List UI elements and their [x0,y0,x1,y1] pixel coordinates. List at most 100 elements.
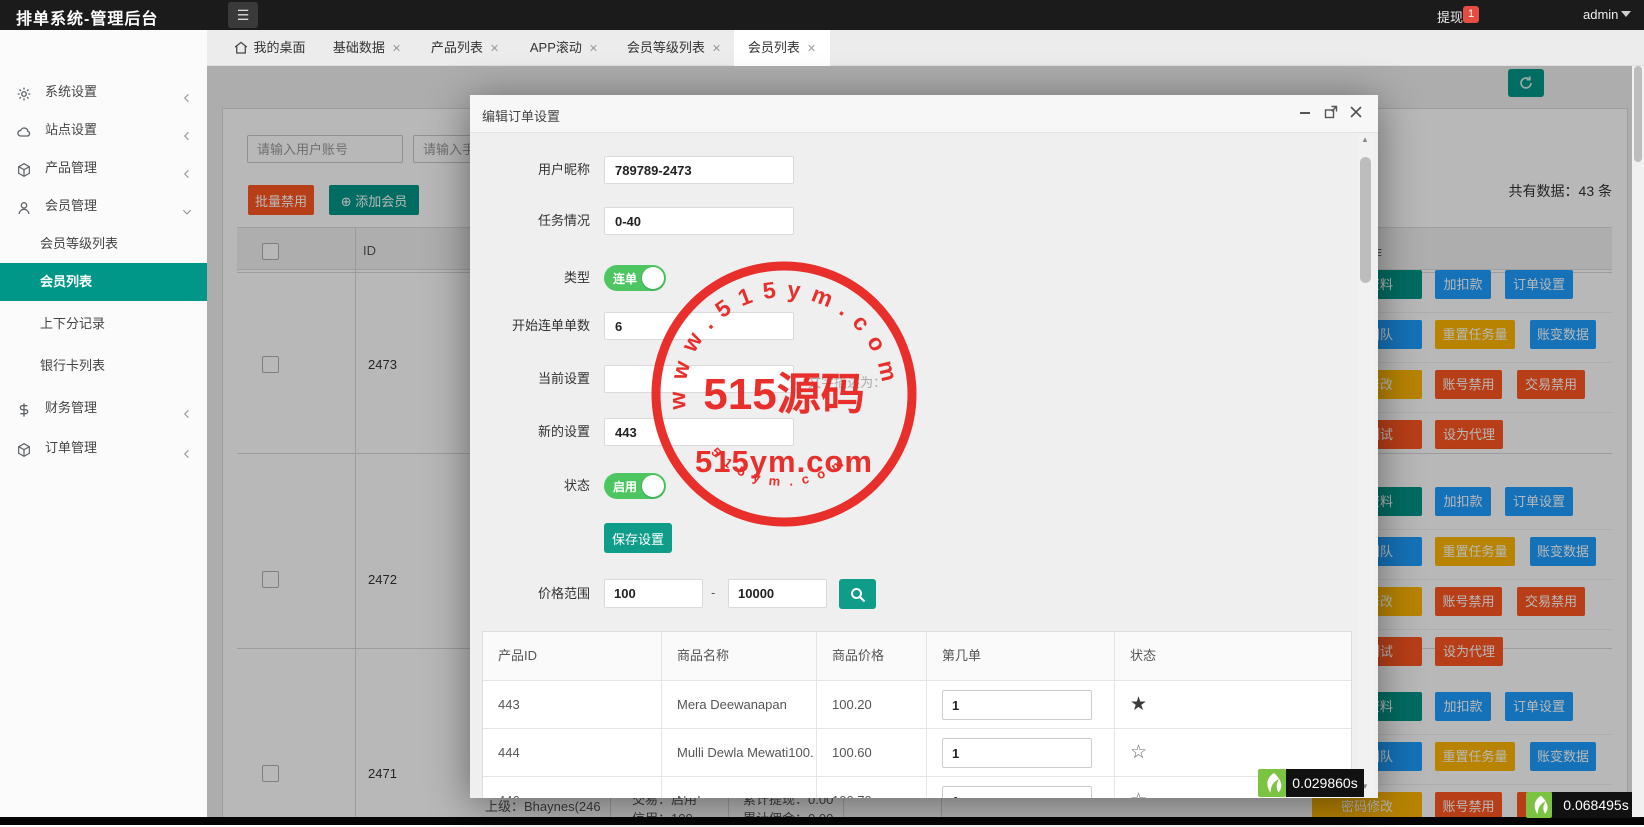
nickname-input[interactable] [604,156,794,184]
chevron-down-icon [1621,11,1631,17]
status-toggle[interactable]: 启用 [604,473,666,499]
column-header: 商品价格 [816,632,926,680]
site-icon [16,122,32,138]
close-icon[interactable] [1347,105,1364,122]
product-id: 446 [483,777,661,798]
star-outline-icon[interactable]: ☆ [1130,742,1147,763]
task-status-input[interactable] [604,207,794,235]
user-menu[interactable]: admin [1583,7,1618,22]
current-setting-note: *文字描述为： [803,375,887,390]
product-id: 444 [498,745,520,760]
sidebar-item-站点设置[interactable]: 站点设置 [0,116,207,144]
product-row: 444 Mulli Dewla Mewati100. 100.60 ☆ [483,728,1351,777]
column-header: 状态 [1114,632,1351,680]
trace-logo-icon[interactable] [1258,769,1286,797]
save-settings-button[interactable]: 保存设置 [604,523,672,553]
withdraw-count-badge[interactable]: 1 [1463,6,1479,23]
sidebar-item-财务管理[interactable]: 财务管理 [0,394,207,422]
page-scrollbar[interactable] [1632,66,1644,817]
maximize-icon[interactable] [1322,105,1339,122]
start-count-input[interactable] [604,312,794,340]
tab-产品列表[interactable]: 产品列表 ✕ [416,30,514,66]
task-status-label: 任务情况 [537,213,590,228]
current-setting-label: 当前设置 [537,371,590,386]
finance-icon [16,400,32,417]
status-label: 状态 [563,478,590,493]
new-setting-input[interactable] [604,418,794,446]
close-icon[interactable]: ✕ [392,43,401,55]
home-icon [234,32,248,68]
star-filled-icon[interactable]: ★ [1130,694,1147,715]
sidebar-item-银行卡列表[interactable]: 银行卡列表 [0,352,207,380]
product-price: 100.60 [816,729,926,777]
tab-APP滚动[interactable]: APP滚动 ✕ [514,30,614,66]
tab-我的桌面[interactable]: 我的桌面 [222,30,318,66]
edit-order-settings-modal: 编辑订单设置 用户昵称 任务情况 类型 连单 开始连单单数 当前设置 *文字描述… [470,95,1378,798]
product-row: 443 Mera Deewanapan 100.20 ★ [483,680,1351,729]
sidebar-item-产品管理[interactable]: 产品管理 [0,154,207,182]
order-number-input[interactable] [942,690,1092,720]
scrollbar-thumb[interactable] [1634,66,1642,162]
close-icon[interactable]: ✕ [807,43,816,55]
product-name: Mera Deewanapan [661,681,816,729]
chevron-left-icon [181,162,193,179]
column-header: 产品ID [498,648,538,663]
sidebar-item-会员等级列表[interactable]: 会员等级列表 [0,230,207,258]
minimize-icon[interactable] [1296,105,1313,122]
app-title: 排单系统-管理后台 [16,11,159,28]
modal-header[interactable]: 编辑订单设置 [470,95,1378,133]
new-setting-label: 新的设置 [537,424,590,439]
modal-trace-time: 0.029860s [1286,769,1364,797]
order-number-input[interactable] [942,738,1092,768]
sidebar-item-会员管理[interactable]: 会员管理 [0,192,207,220]
scroll-up-icon[interactable]: ▲ [1361,135,1369,144]
product-price: 100.20 [816,681,926,729]
close-icon[interactable]: ✕ [589,43,598,55]
order-icon [16,440,32,458]
member-icon [16,198,32,215]
search-icon [850,587,865,602]
price-search-button[interactable] [839,579,876,609]
product-icon [16,160,32,178]
tab-bar: 我的桌面 基础数据 ✕ 产品列表 ✕ APP滚动 ✕ 会员等级列表 ✕ 会员列表 ✕ [207,30,1644,66]
toggle-knob [642,475,664,497]
type-label: 类型 [563,270,590,285]
tab-会员列表[interactable]: 会员列表 ✕ [734,30,830,66]
scrollbar-thumb[interactable] [1360,157,1371,283]
sidebar: 系统设置 站点设置 产品管理 会员管理 会员等级列表 会员列表 上下分记录 银行… [0,30,207,825]
modal-scrollbar[interactable]: ▲ ▼ [1358,133,1374,798]
page-trace-time: 0.068495s [1552,792,1640,818]
column-header: 商品名称 [661,632,816,680]
sidebar-item-订单管理[interactable]: 订单管理 [0,434,207,462]
chevron-left-icon [181,86,193,103]
menu-icon[interactable]: ☰ [228,2,258,28]
sidebar-item-会员列表[interactable]: 会员列表 [0,263,207,301]
price-max-input[interactable] [728,579,827,608]
product-table-header: 产品ID 商品名称 商品价格 第几单 状态 [483,632,1351,680]
withdraw-link[interactable]: 提现 [1437,7,1463,26]
star-outline-icon[interactable]: ☆ [1130,790,1147,798]
sidebar-item-系统设置[interactable]: 系统设置 [0,78,207,106]
close-icon[interactable]: ✕ [490,43,499,55]
page-trace-logo-icon[interactable] [1526,792,1552,818]
price-min-input[interactable] [604,579,703,608]
order-number-input[interactable] [942,786,1092,798]
product-table: 产品ID 商品名称 商品价格 第几单 状态 443 Mera Deewanapan 10… [482,631,1352,798]
chevron-left-icon [181,124,193,141]
close-icon[interactable]: ✕ [712,43,721,55]
bottom-bar [0,817,1644,825]
start-count-label: 开始连单单数 [511,318,590,333]
tab-基础数据[interactable]: 基础数据 ✕ [318,30,416,66]
product-name: Mulli Dewla Mewati100. [661,729,816,777]
gear-icon [16,84,32,101]
price-range-label: 价格范围 [537,586,590,601]
column-header: 第几单 [926,632,1114,680]
tab-会员等级列表[interactable]: 会员等级列表 ✕ [614,30,734,66]
modal-title: 编辑订单设置 [482,109,561,124]
toggle-knob [642,267,664,289]
sidebar-item-上下分记录[interactable]: 上下分记录 [0,310,207,338]
product-id: 443 [498,697,520,712]
current-setting-input[interactable] [604,365,794,393]
product-name: No Love [661,777,816,798]
type-toggle[interactable]: 连单 [604,265,666,291]
